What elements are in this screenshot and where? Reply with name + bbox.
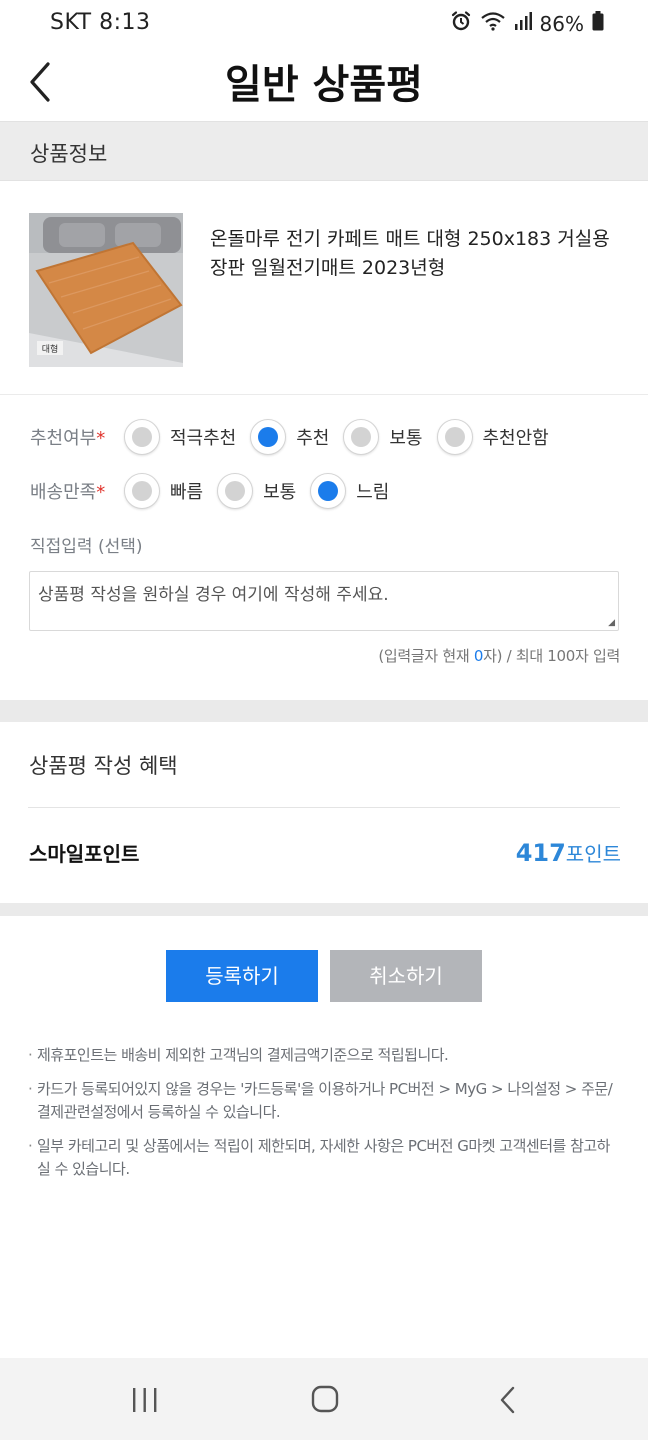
recommend-radio-group: 적극추천 추천 보통 추천안함 (124, 419, 563, 455)
delivery-label: 배송만족* (30, 482, 106, 503)
product-thumbnail: 대형 (29, 213, 183, 367)
radio-button[interactable] (217, 473, 254, 509)
radio-button[interactable] (124, 419, 160, 455)
radio-button-selected[interactable] (310, 473, 347, 509)
back-arrow-icon (500, 1386, 515, 1414)
char-count-value: 0 (473, 647, 484, 665)
note-item: 제휴포인트는 배송비 제외한 고객님의 결제금액기준으로 적립됩니다. (28, 1044, 622, 1067)
direct-input-label: 직접입력 (선택) (30, 537, 143, 557)
delivery-option-fast[interactable]: 빠름 (124, 473, 203, 509)
review-textarea[interactable]: 상품평 작성을 원하실 경우 여기에 작성해 주세요. ◢ (29, 571, 619, 631)
system-nav-bar (0, 1358, 648, 1440)
home-button[interactable] (311, 1385, 339, 1413)
thumb-size-badge: 대형 (42, 344, 59, 355)
section-divider (0, 700, 648, 722)
status-carrier-time: SKT 8:13 (50, 10, 151, 35)
delivery-radio-group: 빠름 보통 느림 (124, 473, 403, 509)
char-counter: (입력글자 현재 0자) / 최대 100자 입력 (378, 647, 620, 665)
radio-button[interactable] (343, 419, 380, 455)
radio-button[interactable] (124, 473, 160, 509)
smile-point-value: 417포인트 (515, 839, 621, 867)
home-icon (311, 1385, 339, 1413)
app-header: 일반 상품평 (0, 48, 648, 120)
status-icons: 86% (450, 10, 604, 37)
note-item: 카드가 등록되어있지 않을 경우는 '카드등록'을 이용하거나 PC버전 > M… (28, 1078, 622, 1124)
required-mark: * (96, 482, 106, 503)
radio-button-selected[interactable] (250, 419, 287, 455)
recommend-option-strong[interactable]: 적극추천 (124, 419, 236, 455)
divider-line (28, 807, 620, 808)
recommend-option-recommend[interactable]: 추천 (250, 419, 329, 455)
note-item: 일부 카테고리 및 상품에서는 적립이 제한되며, 자세한 사항은 PC버전 G… (28, 1135, 622, 1181)
required-mark: * (96, 428, 106, 449)
signal-icon (514, 11, 532, 36)
section-divider (0, 903, 648, 916)
smile-point-label: 스마일포인트 (29, 842, 140, 866)
recommend-option-normal[interactable]: 보통 (343, 419, 423, 455)
benefit-title: 상품평 작성 혜택 (29, 754, 178, 778)
radio-button[interactable] (436, 419, 473, 455)
wifi-icon (480, 10, 506, 37)
recent-apps-icon (133, 1388, 157, 1412)
status-bar: SKT 8:13 86% (0, 0, 648, 48)
cancel-button[interactable]: 취소하기 (330, 950, 482, 1002)
review-placeholder: 상품평 작성을 원하실 경우 여기에 작성해 주세요. (38, 585, 389, 605)
submit-button[interactable]: 등록하기 (166, 950, 318, 1002)
alarm-icon (450, 10, 472, 37)
delivery-option-slow[interactable]: 느림 (310, 473, 389, 509)
resize-grip-icon[interactable]: ◢ (608, 618, 615, 628)
page-title: 일반 상품평 (225, 62, 423, 108)
system-back-button[interactable] (498, 1386, 518, 1414)
product-info-bar: 상품정보 (0, 121, 648, 181)
recent-apps-button[interactable] (130, 1386, 160, 1414)
battery-icon (592, 11, 604, 36)
product-name: 온돌마루 전기 카페트 매트 대형 250x183 거실용 장판 일월전기매트 … (210, 228, 610, 279)
recommend-option-not[interactable]: 추천안함 (436, 419, 549, 455)
product-card: 대형 온돌마루 전기 카페트 매트 대형 250x183 거실용 장판 일월전기… (0, 182, 648, 395)
battery-percent: 86% (539, 11, 584, 36)
notes-list: 제휴포인트는 배송비 제외한 고객님의 결제금액기준으로 적립됩니다. 카드가 … (28, 1044, 622, 1192)
recommend-label: 추천여부* (30, 428, 106, 449)
delivery-option-normal[interactable]: 보통 (217, 473, 296, 509)
product-info-title: 상품정보 (30, 142, 108, 166)
